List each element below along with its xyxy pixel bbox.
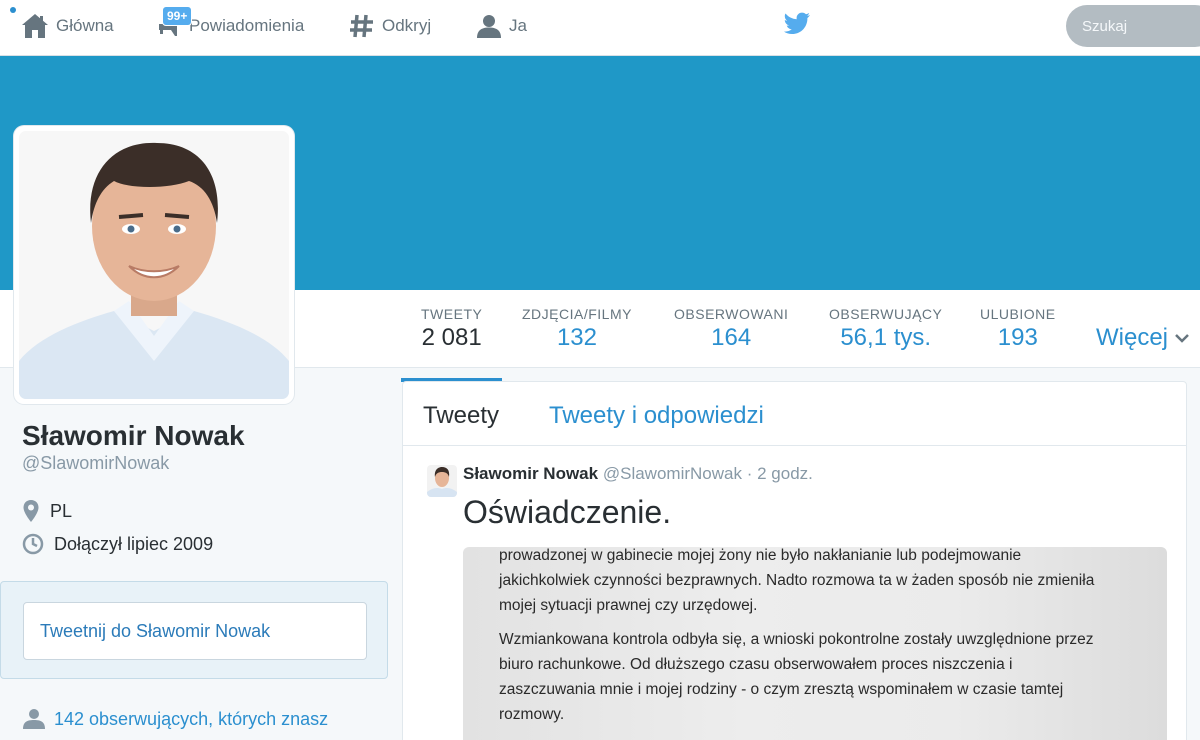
more-dropdown[interactable]: Więcej: [1096, 324, 1190, 352]
stat-photos-videos-value: 132: [556, 324, 597, 351]
tweet-timestamp[interactable]: 2 godz.: [757, 464, 813, 483]
profile-joined-text: Dołączył lipiec 2009: [54, 533, 214, 554]
notifications-badge: 99+: [162, 6, 193, 26]
timeline: Tweety Tweety i odpowiedzi Sławomir Nowa…: [402, 381, 1187, 740]
stat-following[interactable]: OBSERWOWANI 164: [674, 306, 788, 352]
tweet-to-button[interactable]: Tweetnij do Sławomir Nowak: [23, 602, 367, 660]
document-line: jakichkolwiek czynności bezprawnych. Nad…: [499, 572, 1095, 589]
hashtag-icon: [350, 14, 373, 38]
stat-followers-value: 56,1 tys.: [840, 324, 932, 351]
twitter-bird-icon[interactable]: [783, 12, 811, 36]
tweet-author-handle[interactable]: @SlawomirNowak: [603, 464, 742, 483]
more-label: Więcej: [1096, 324, 1169, 351]
search-input[interactable]: [1082, 17, 1192, 35]
tweet-text: Oświadczenie.: [463, 494, 672, 530]
stat-following-label: OBSERWOWANI: [674, 306, 789, 322]
avatar-photo: [19, 131, 289, 399]
stat-tweets[interactable]: TWEETY 2 081: [400, 306, 503, 382]
nav-home[interactable]: Główna: [20, 10, 114, 42]
followers-you-know-text: 142 obserwujących, których znasz: [54, 708, 329, 729]
tweet-header: Sławomir Nowak @SlawomirNowak · 2 godz.: [463, 464, 813, 484]
tweet-image[interactable]: prowadzonej w gabinecie mojej żony nie b…: [463, 547, 1167, 740]
search-box[interactable]: [1066, 5, 1200, 47]
chevron-down-icon: [1175, 334, 1189, 343]
stat-favorites-label: ULUBIONE: [980, 306, 1056, 322]
profile-name[interactable]: Sławomir Nowak: [22, 420, 245, 452]
stat-photos-videos-label: ZDJĘCIA/FILMY: [522, 306, 632, 322]
home-icon: [22, 14, 48, 38]
profile-avatar[interactable]: [14, 126, 294, 404]
stat-followers-label: OBSERWUJĄCY: [829, 306, 943, 322]
tweet-author-name[interactable]: Sławomir Nowak: [463, 464, 598, 483]
tab-tweets-and-replies[interactable]: Tweety i odpowiedzi: [549, 402, 764, 430]
new-content-dot: [10, 7, 16, 13]
nav-discover-label: Odkryj: [382, 16, 432, 35]
document-paragraph: Wzmiankowana kontrola odbyła się, a wnio…: [499, 627, 1093, 727]
nav-notifications-label: Powiadomienia: [189, 16, 305, 35]
profile-location: PL: [22, 499, 72, 523]
top-navigation-bar: Główna Powiadomienia 99+ Odkryj Ja: [0, 0, 1200, 56]
nav-me-label: Ja: [509, 16, 527, 35]
nav-discover[interactable]: Odkryj: [348, 10, 431, 42]
tweet-separator: ·: [746, 464, 753, 483]
stat-tweets-label: TWEETY: [421, 306, 483, 322]
stat-followers[interactable]: OBSERWUJĄCY 56,1 tys.: [829, 306, 942, 352]
document-line: mojej sytuacji prawnej czy urzędowej.: [499, 597, 758, 614]
followers-icon: [23, 709, 45, 729]
tweet-to-box: Tweetnij do Sławomir Nowak: [0, 581, 388, 679]
profile-location-text: PL: [50, 500, 73, 521]
stat-favorites[interactable]: ULUBIONE 193: [980, 306, 1056, 352]
profile-joined: Dołączył lipiec 2009: [22, 533, 213, 555]
document-line: zaszczuwania mnie i mojej rodziny - o cz…: [499, 681, 1064, 698]
tab-tweets[interactable]: Tweety: [423, 402, 499, 430]
stat-photos-videos[interactable]: ZDJĘCIA/FILMY 132: [522, 306, 632, 352]
tweet-item[interactable]: Sławomir Nowak @SlawomirNowak · 2 godz. …: [403, 446, 1186, 740]
document-line: rozmowy.: [499, 706, 565, 723]
nav-home-label: Główna: [56, 16, 114, 35]
tweet-avatar[interactable]: [427, 465, 457, 497]
timeline-tabs: Tweety Tweety i odpowiedzi: [403, 382, 1186, 446]
document-line: Wzmiankowana kontrola odbyła się, a wnio…: [499, 631, 1094, 648]
location-pin-icon: [23, 500, 39, 522]
followers-you-know-link[interactable]: 142 obserwujących, których znasz: [22, 708, 328, 730]
stat-favorites-value: 193: [997, 324, 1038, 351]
document-line: biuro rachunkowe. Od dłuższego czasu obs…: [499, 656, 1013, 673]
clock-icon: [22, 533, 44, 555]
nav-me[interactable]: Ja: [475, 10, 527, 42]
document-paragraph: prowadzonej w gabinecie mojej żony nie b…: [499, 547, 1094, 618]
stat-tweets-value: 2 081: [421, 324, 482, 351]
document-line: prowadzonej w gabinecie mojej żony nie b…: [499, 547, 1022, 564]
stat-following-value: 164: [711, 324, 752, 351]
profile-handle[interactable]: @SlawomirNowak: [22, 453, 169, 474]
person-icon: [477, 15, 501, 38]
